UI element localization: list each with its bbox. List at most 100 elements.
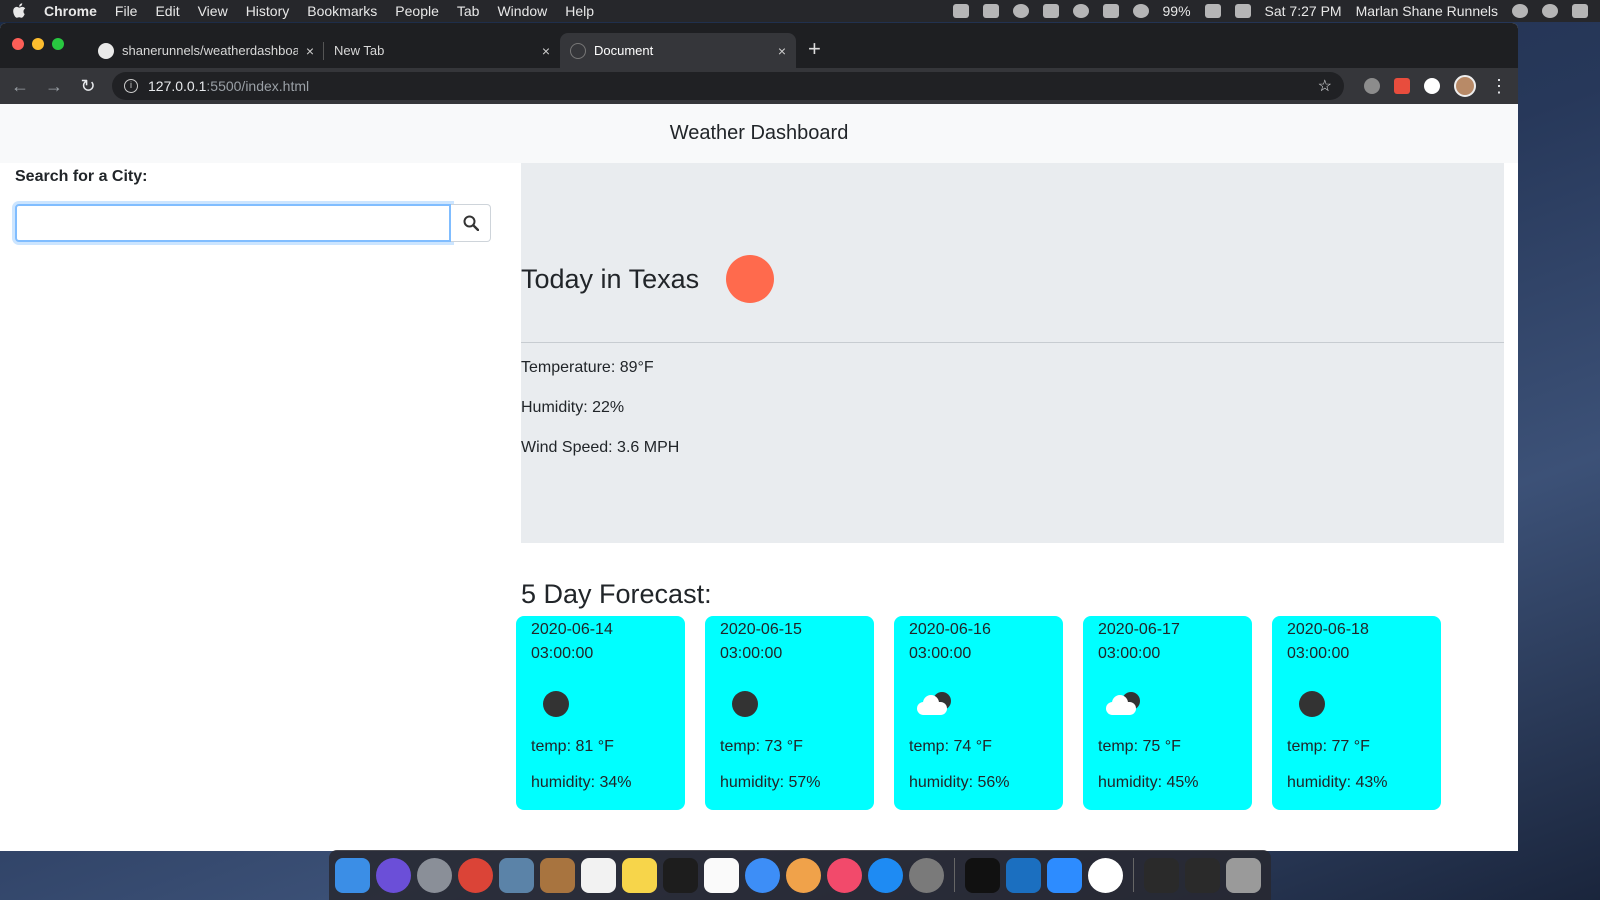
zoom-app-icon[interactable] [1047,857,1082,893]
flag-icon[interactable] [1234,4,1251,18]
page-content: Weather Dashboard Search for a City: Tod… [0,104,1518,851]
search-label: Search for a City: [15,168,148,185]
profile-avatar[interactable] [1454,75,1476,97]
finder-icon[interactable] [335,857,370,893]
bluetooth-icon[interactable] [1102,4,1119,18]
back-icon[interactable]: ← [10,76,30,97]
battery-icon[interactable] [1204,4,1221,18]
preview-icon[interactable] [499,857,534,893]
close-tab-icon[interactable]: × [778,43,786,59]
extension-record-icon[interactable] [1394,78,1410,94]
window-controls [12,38,64,50]
wifi-icon[interactable] [1132,4,1149,18]
vscode-icon[interactable] [1006,857,1041,893]
forecast-time: 03:00:00 [909,645,972,662]
bookmark-star-icon[interactable]: ☆ [1318,76,1332,96]
reminders-icon[interactable] [704,857,739,893]
dock-divider [1133,858,1134,892]
fullscreen-window-button[interactable] [52,38,64,50]
sun-icon [726,255,775,303]
launchpad-icon[interactable] [417,857,452,893]
close-tab-icon[interactable]: × [542,43,550,59]
menu-bookmarks[interactable]: Bookmarks [307,3,377,19]
tab-new-tab[interactable]: New Tab × [324,33,560,68]
dock-divider [954,858,955,892]
menu-edit[interactable]: Edit [155,3,179,19]
battery-percent[interactable]: 99% [1163,3,1191,19]
current-wind-speed: Wind Speed: 3.6 MPH [521,439,680,456]
current-humidity: Humidity: 22% [521,399,625,416]
menu-tab[interactable]: Tab [457,3,480,19]
forecast-title: 5 Day Forecast: [521,579,712,609]
forecast-cards: 2020-06-14 03:00:00 temp: 81 °F humidity… [516,616,1441,810]
menu-view[interactable]: View [198,3,228,19]
minimized-window-icon[interactable] [1144,857,1179,893]
forecast-humidity: humidity: 56% [909,774,1010,791]
browser-toolbar: ← → ↻ i 127.0.0.1 :5500/index.html ☆ ⋮ [0,68,1518,104]
calendar-icon[interactable] [581,857,616,893]
close-tab-icon[interactable]: × [306,43,314,59]
terminal-icon[interactable] [965,857,1000,893]
chrome-icon[interactable] [458,857,493,893]
slack-icon[interactable] [1088,857,1123,893]
tab-document[interactable]: Document × [560,33,796,68]
menu-app-name[interactable]: Chrome [44,3,97,19]
github-icon [98,42,114,59]
apple-icon[interactable] [12,3,26,19]
extension-circle-icon[interactable] [1424,78,1440,94]
tab-strip: shanerunnels/weatherdashboard × New Tab … [0,23,1518,68]
messages-icon[interactable] [745,857,780,893]
tab-github[interactable]: shanerunnels/weatherdashboard × [88,33,324,68]
forecast-temp: temp: 73 °F [720,738,803,755]
glasses-icon[interactable] [1012,4,1029,18]
app-store-icon[interactable] [868,857,903,893]
tab-title: New Tab [334,43,385,58]
trash-icon[interactable] [1226,857,1261,893]
zoom-icon[interactable] [952,4,969,18]
menubar-user[interactable]: Marlan Shane Runnels [1356,3,1498,19]
forward-icon[interactable]: → [44,76,64,97]
menu-window[interactable]: Window [497,3,547,19]
forecast-card: 2020-06-18 03:00:00 temp: 77 °F humidity… [1272,616,1441,810]
page-title: Weather Dashboard [669,122,849,144]
siri-icon[interactable] [1542,4,1558,18]
address-bar[interactable]: i 127.0.0.1 :5500/index.html ☆ [112,72,1344,100]
forecast-temp: temp: 81 °F [531,738,614,755]
reload-icon[interactable]: ↻ [78,76,98,97]
system-preferences-icon[interactable] [909,857,944,893]
menubar-clock[interactable]: Sat 7:27 PM [1265,3,1342,19]
current-weather-panel: Today in Texas Temperature: 89°F Humidit… [521,163,1504,543]
menu-history[interactable]: History [246,3,290,19]
extension-icon[interactable] [1364,78,1380,94]
dropbox-icon[interactable] [982,4,999,18]
close-window-button[interactable] [12,38,24,50]
minimize-window-button[interactable] [32,38,44,50]
forecast-temp: temp: 74 °F [909,738,992,755]
airplay-icon[interactable] [1042,4,1059,18]
cloud-icon [915,692,953,716]
forecast-time: 03:00:00 [720,645,783,662]
notes-icon[interactable] [622,857,657,893]
dark-circle-icon [732,691,758,717]
menu-file[interactable]: File [115,3,138,19]
music-icon[interactable] [827,857,862,893]
new-tab-button[interactable]: + [808,36,821,62]
city-search-input[interactable] [15,204,451,242]
time-machine-icon[interactable] [1072,4,1089,18]
notefile-icon[interactable] [540,857,575,893]
search-button[interactable] [451,204,491,242]
site-info-icon[interactable]: i [124,79,138,93]
menu-help[interactable]: Help [565,3,594,19]
spotlight-icon[interactable] [1512,4,1528,18]
macos-menubar: Chrome File Edit View History Bookmarks … [0,0,1600,22]
forecast-date: 2020-06-15 [720,621,802,638]
photos-icon[interactable] [786,857,821,893]
menu-kebab-icon[interactable]: ⋮ [1490,76,1508,97]
siri-icon[interactable] [376,857,411,893]
search-icon [463,215,479,231]
forecast-card: 2020-06-15 03:00:00 temp: 73 °F humidity… [705,616,874,810]
notification-center-icon[interactable] [1572,4,1588,18]
minimized-window-icon[interactable] [1185,857,1220,893]
app-black-icon[interactable] [663,857,698,893]
menu-people[interactable]: People [395,3,439,19]
